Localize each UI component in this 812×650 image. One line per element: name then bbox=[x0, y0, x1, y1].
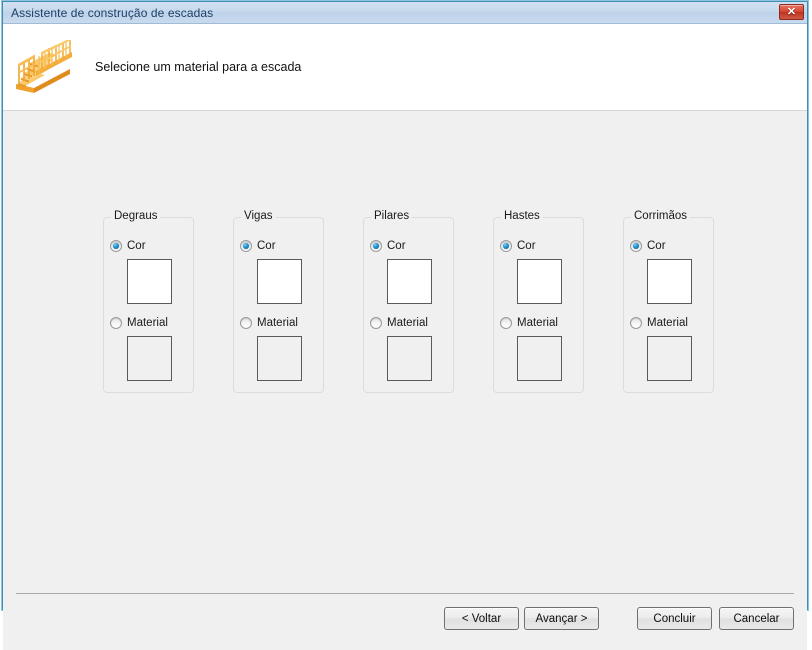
radio-cor-label: Cor bbox=[127, 240, 146, 252]
group-title: Pilares bbox=[371, 210, 413, 222]
wizard-header: Selecione um material para a escada bbox=[3, 24, 807, 111]
radio-cor-icon[interactable] bbox=[630, 240, 642, 252]
radio-material-icon[interactable] bbox=[500, 317, 512, 329]
color-swatch[interactable] bbox=[257, 259, 302, 304]
radio-option-material[interactable]: Material bbox=[110, 317, 168, 329]
radio-option-material[interactable]: Material bbox=[370, 317, 428, 329]
radio-option-cor[interactable]: Cor bbox=[500, 240, 536, 252]
radio-cor-icon[interactable] bbox=[370, 240, 382, 252]
radio-cor-label: Cor bbox=[517, 240, 536, 252]
group-degraus: Degraus Cor Material bbox=[103, 210, 194, 393]
color-swatch[interactable] bbox=[647, 259, 692, 304]
color-swatch[interactable] bbox=[517, 259, 562, 304]
finish-button[interactable]: Concluir bbox=[637, 607, 712, 630]
group-pilares: Pilares Cor Material bbox=[363, 210, 454, 393]
material-swatch[interactable] bbox=[387, 336, 432, 381]
radio-material-label: Material bbox=[647, 317, 688, 329]
material-swatch[interactable] bbox=[647, 336, 692, 381]
radio-option-cor[interactable]: Cor bbox=[630, 240, 666, 252]
title-bar: Assistente de construção de escadas ✕ bbox=[3, 2, 807, 24]
group-title: Hastes bbox=[501, 210, 543, 222]
radio-cor-icon[interactable] bbox=[240, 240, 252, 252]
group-corrimaos: Corrimãos Cor Material bbox=[623, 210, 714, 393]
material-swatch[interactable] bbox=[257, 336, 302, 381]
radio-cor-icon[interactable] bbox=[110, 240, 122, 252]
radio-material-icon[interactable] bbox=[370, 317, 382, 329]
radio-material-label: Material bbox=[257, 317, 298, 329]
radio-material-icon[interactable] bbox=[630, 317, 642, 329]
radio-material-label: Material bbox=[127, 317, 168, 329]
header-instruction: Selecione um material para a escada bbox=[95, 60, 302, 74]
radio-cor-label: Cor bbox=[257, 240, 276, 252]
cancel-button[interactable]: Cancelar bbox=[719, 607, 794, 630]
radio-material-icon[interactable] bbox=[110, 317, 122, 329]
button-row: < Voltar Avançar > Concluir Cancelar bbox=[444, 607, 794, 630]
staircase-icon bbox=[7, 40, 83, 94]
footer-separator bbox=[16, 593, 794, 594]
group-vigas: Vigas Cor Material bbox=[233, 210, 324, 393]
radio-cor-icon[interactable] bbox=[500, 240, 512, 252]
wizard-footer: < Voltar Avançar > Concluir Cancelar bbox=[3, 589, 807, 650]
group-title: Corrimãos bbox=[631, 210, 691, 222]
next-button[interactable]: Avançar > bbox=[524, 607, 599, 630]
material-swatch[interactable] bbox=[127, 336, 172, 381]
color-swatch[interactable] bbox=[387, 259, 432, 304]
material-swatch[interactable] bbox=[517, 336, 562, 381]
close-button[interactable]: ✕ bbox=[779, 4, 804, 20]
radio-option-cor[interactable]: Cor bbox=[370, 240, 406, 252]
radio-material-icon[interactable] bbox=[240, 317, 252, 329]
radio-option-cor[interactable]: Cor bbox=[240, 240, 276, 252]
radio-cor-label: Cor bbox=[387, 240, 406, 252]
radio-cor-label: Cor bbox=[647, 240, 666, 252]
group-hastes: Hastes Cor Material bbox=[493, 210, 584, 393]
color-swatch[interactable] bbox=[127, 259, 172, 304]
back-button[interactable]: < Voltar bbox=[444, 607, 519, 630]
radio-option-material[interactable]: Material bbox=[500, 317, 558, 329]
wizard-window: Assistente de construção de escadas ✕ Se… bbox=[2, 1, 808, 650]
radio-material-label: Material bbox=[387, 317, 428, 329]
radio-material-label: Material bbox=[517, 317, 558, 329]
wizard-body: Degraus Cor Material Vigas Cor Material … bbox=[3, 111, 807, 589]
group-title: Degraus bbox=[111, 210, 161, 222]
close-icon: ✕ bbox=[786, 5, 797, 18]
radio-option-cor[interactable]: Cor bbox=[110, 240, 146, 252]
window-title: Assistente de construção de escadas bbox=[11, 5, 214, 20]
group-title: Vigas bbox=[241, 210, 276, 222]
radio-option-material[interactable]: Material bbox=[240, 317, 298, 329]
radio-option-material[interactable]: Material bbox=[630, 317, 688, 329]
material-groups: Degraus Cor Material Vigas Cor Material … bbox=[103, 210, 714, 393]
